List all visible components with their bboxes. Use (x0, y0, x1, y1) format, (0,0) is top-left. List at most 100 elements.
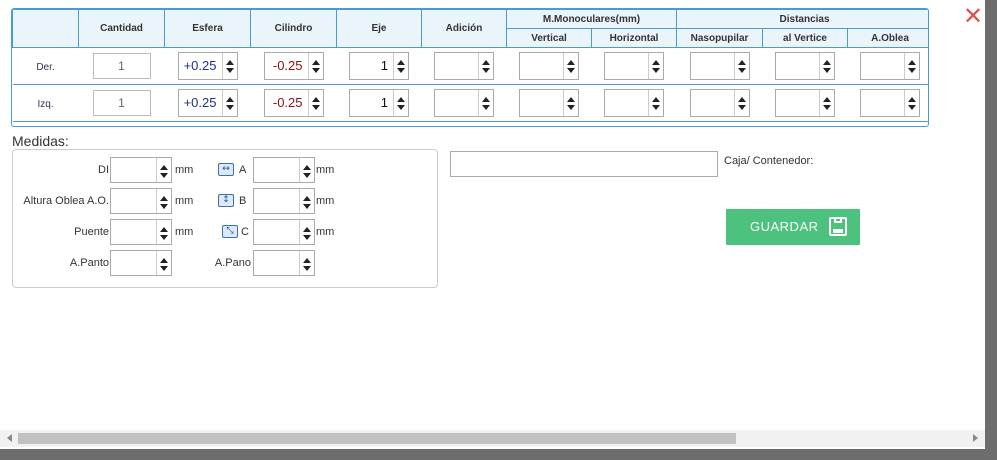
spinner-arrows-icon[interactable] (478, 53, 493, 79)
header-esfera: Esfera (164, 9, 251, 48)
spinner-arrows-icon[interactable] (299, 251, 314, 275)
header-monoculares-group: M.Monoculares(mm) (505, 9, 678, 29)
cilindro-value-der: -0.25 (272, 58, 303, 73)
row-label-der: Der. (36, 62, 55, 73)
nasopupilar-spinner-izq[interactable] (689, 89, 750, 117)
spinner-arrows-icon[interactable] (156, 251, 171, 275)
header-cantidad: Cantidad (78, 9, 165, 48)
cilindro-spinner-izq[interactable]: -0.25 (263, 89, 324, 117)
prescription-table: Cantidad Esfera Cilindro Eje Adición M.M… (12, 9, 928, 122)
spinner-arrows-icon[interactable] (299, 189, 314, 213)
spinner-arrows-icon[interactable] (904, 53, 919, 79)
puente-unit: mm (175, 226, 194, 238)
row-label-izq: Izq. (37, 99, 54, 110)
header-eje: Eje (336, 9, 422, 48)
spinner-arrows-icon[interactable] (221, 53, 237, 79)
spinner-arrows-icon[interactable] (221, 90, 237, 116)
b-spinner[interactable] (253, 188, 315, 214)
al-vertice-spinner-izq[interactable] (775, 89, 836, 117)
adicion-spinner-izq[interactable] (434, 89, 494, 117)
puente-label: Puente (74, 226, 109, 238)
spinner-arrows-icon[interactable] (733, 90, 749, 116)
cantidad-input-der[interactable]: 1 (92, 53, 151, 79)
row-right-eye: Der. 1 +0.25 -0.25 1 (12, 47, 928, 85)
save-button[interactable]: GUARDAR (726, 209, 860, 245)
altura-oblea-spinner[interactable] (110, 188, 172, 214)
spinner-arrows-icon[interactable] (156, 158, 171, 182)
header-distancias-group: Distancias (676, 9, 928, 29)
c-spinner[interactable] (253, 219, 315, 245)
a-pano-spinner[interactable] (253, 250, 315, 276)
vertical-spinner-izq[interactable] (519, 89, 579, 117)
al-vertice-spinner-der[interactable] (775, 52, 836, 80)
spinner-arrows-icon[interactable] (478, 90, 493, 116)
eje-spinner-izq[interactable]: 1 (349, 89, 409, 117)
vertical-spinner-der[interactable] (519, 52, 579, 80)
floppy-disk-icon (829, 217, 847, 236)
di-unit: mm (175, 164, 194, 176)
a-panto-spinner[interactable] (110, 250, 172, 276)
esfera-spinner-izq[interactable]: +0.25 (177, 89, 238, 117)
eje-value-der: 1 (380, 58, 388, 73)
horizontal-arrows-icon: ↔ (218, 163, 234, 176)
di-spinner[interactable] (110, 157, 172, 183)
lens-order-modal: ✕ Cantidad Esfera Cilindro Eje Adición M… (0, 0, 985, 449)
medidas-title: Medidas: (12, 133, 69, 149)
spinner-arrows-icon[interactable] (393, 53, 408, 79)
spinner-arrows-icon[interactable] (648, 53, 663, 79)
header-al-vertice: al Vertice (762, 28, 849, 48)
a-spinner[interactable] (253, 157, 315, 183)
a-label: A (239, 164, 247, 176)
a-oblea-spinner-izq[interactable] (860, 89, 921, 117)
a-pano-label: A.Pano (214, 257, 251, 269)
eje-spinner-der[interactable]: 1 (349, 52, 409, 80)
a-unit: mm (316, 164, 335, 176)
spinner-arrows-icon[interactable] (563, 90, 578, 116)
close-icon[interactable]: ✕ (962, 4, 984, 28)
altura-oblea-label: Altura Oblea A.O. (23, 195, 109, 207)
horizontal-scrollbar[interactable] (0, 430, 985, 447)
nasopupilar-spinner-der[interactable] (689, 52, 750, 80)
vertical-arrows-icon: ↕ (218, 194, 234, 207)
save-button-label: GUARDAR (750, 219, 819, 234)
scroll-right-icon[interactable] (973, 434, 978, 442)
adicion-spinner-der[interactable] (434, 52, 494, 80)
a-oblea-spinner-der[interactable] (860, 52, 921, 80)
spinner-arrows-icon[interactable] (563, 53, 578, 79)
spinner-arrows-icon[interactable] (648, 90, 663, 116)
esfera-value-der: +0.25 (183, 58, 217, 73)
spinner-arrows-icon[interactable] (393, 90, 408, 116)
b-unit: mm (316, 195, 335, 207)
spinner-arrows-icon[interactable] (299, 158, 314, 182)
eje-value-izq: 1 (380, 95, 388, 110)
horizontal-spinner-der[interactable] (604, 52, 664, 80)
scroll-left-icon[interactable] (7, 434, 12, 442)
esfera-spinner-der[interactable]: +0.25 (177, 52, 238, 80)
altura-oblea-unit: mm (175, 195, 194, 207)
puente-spinner[interactable] (110, 219, 172, 245)
horizontal-spinner-izq[interactable] (604, 89, 664, 117)
header-cilindro: Cilindro (250, 9, 337, 48)
caja-contenedor-input[interactable] (450, 151, 718, 177)
spinner-arrows-icon[interactable] (307, 90, 323, 116)
spinner-arrows-icon[interactable] (819, 53, 834, 79)
spinner-arrows-icon[interactable] (819, 90, 834, 116)
header-adicion: Adición (421, 9, 507, 48)
spinner-arrows-icon[interactable] (156, 189, 171, 213)
header-row: Cantidad Esfera Cilindro Eje Adición M.M… (12, 9, 928, 48)
scrollbar-thumb[interactable] (18, 433, 736, 444)
cilindro-spinner-der[interactable]: -0.25 (263, 52, 324, 80)
spinner-arrows-icon[interactable] (156, 220, 171, 244)
spinner-arrows-icon[interactable] (733, 53, 749, 79)
caja-contenedor-label: Caja/ Contenedor: (724, 155, 814, 167)
header-vertical: Vertical (506, 28, 592, 48)
spinner-arrows-icon[interactable] (904, 90, 919, 116)
spinner-arrows-icon[interactable] (307, 53, 323, 79)
diagonal-arrows-icon: ⤡ (222, 225, 238, 238)
prescription-panel: Cantidad Esfera Cilindro Eje Adición M.M… (11, 8, 929, 127)
cantidad-input-izq[interactable]: 1 (92, 90, 151, 116)
header-nasopupilar: Nasopupilar (676, 28, 764, 48)
row-left-eye: Izq. 1 +0.25 -0.25 1 (12, 84, 928, 122)
c-unit: mm (316, 226, 335, 238)
spinner-arrows-icon[interactable] (299, 220, 314, 244)
